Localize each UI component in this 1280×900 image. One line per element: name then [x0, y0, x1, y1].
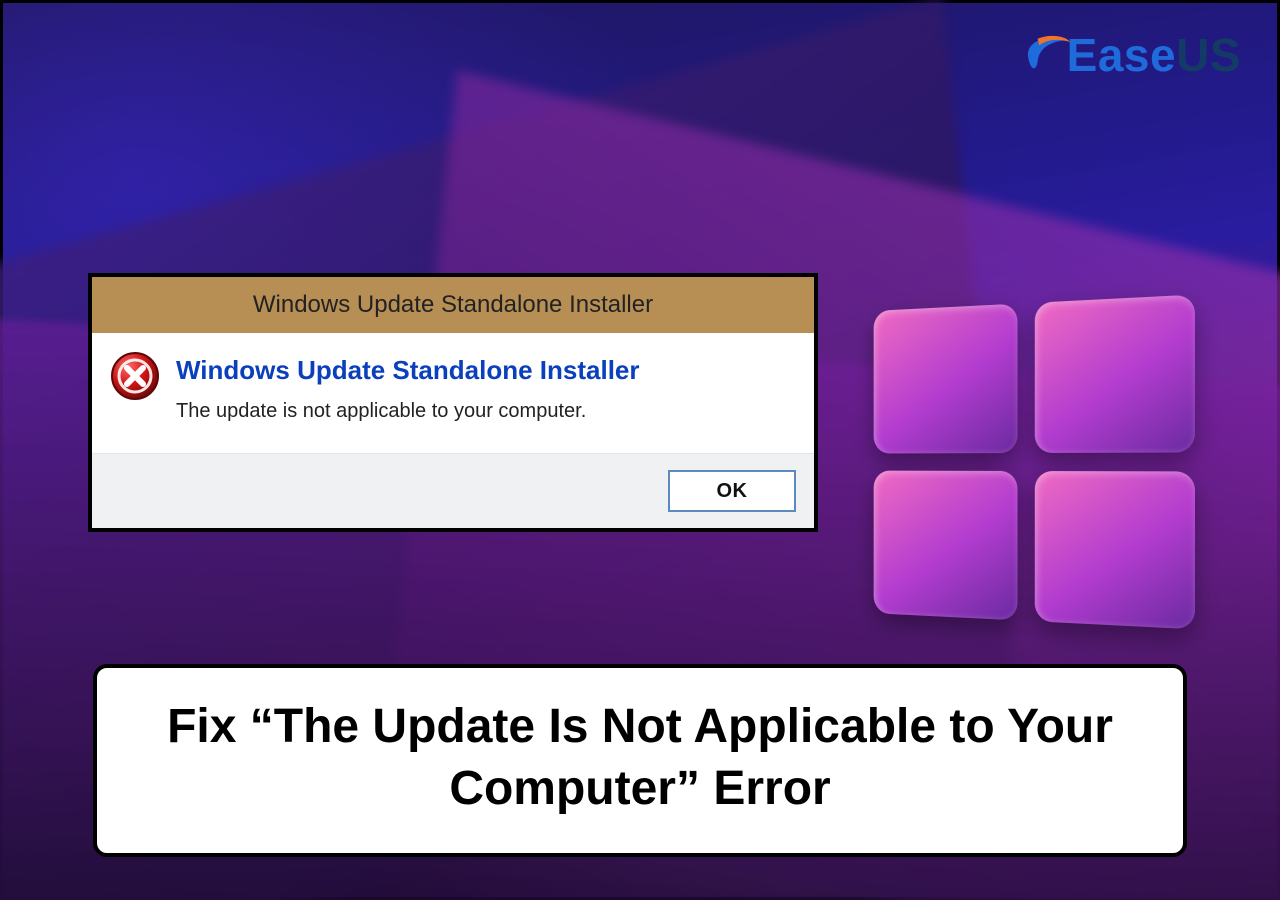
- ok-button[interactable]: OK: [668, 470, 796, 512]
- error-dialog: Windows Update Standalone Installer: [88, 273, 818, 532]
- windows-pane: [874, 304, 1018, 454]
- dialog-titlebar: Windows Update Standalone Installer: [92, 277, 814, 333]
- windows-pane: [1035, 295, 1195, 453]
- dialog-body: Windows Update Standalone Installer The …: [92, 333, 814, 453]
- windows-pane: [874, 471, 1018, 621]
- hero-caption: Fix “The Update Is Not Applicable to You…: [93, 664, 1187, 857]
- brand-text: EaseUS: [1067, 32, 1241, 78]
- error-x-icon: [110, 351, 160, 401]
- easeus-logo: EaseUS: [1023, 29, 1241, 81]
- windows-pane: [1035, 471, 1195, 629]
- dialog-actions: OK: [92, 453, 814, 528]
- brand-text-ease: Ease: [1067, 29, 1176, 81]
- brand-text-us: US: [1176, 29, 1241, 81]
- dialog-texts: Windows Update Standalone Installer The …: [176, 351, 640, 423]
- dialog-message: The update is not applicable to your com…: [176, 400, 640, 423]
- dialog-heading: Windows Update Standalone Installer: [176, 355, 640, 386]
- dialog-content-row: Windows Update Standalone Installer The …: [110, 351, 792, 423]
- hero-caption-text: Fix “The Update Is Not Applicable to You…: [127, 696, 1153, 819]
- windows-logo-icon: [874, 294, 1202, 632]
- article-hero-canvas: EaseUS Windows Update Standalone Install…: [0, 0, 1280, 900]
- dialog-window-title: Windows Update Standalone Installer: [253, 291, 653, 319]
